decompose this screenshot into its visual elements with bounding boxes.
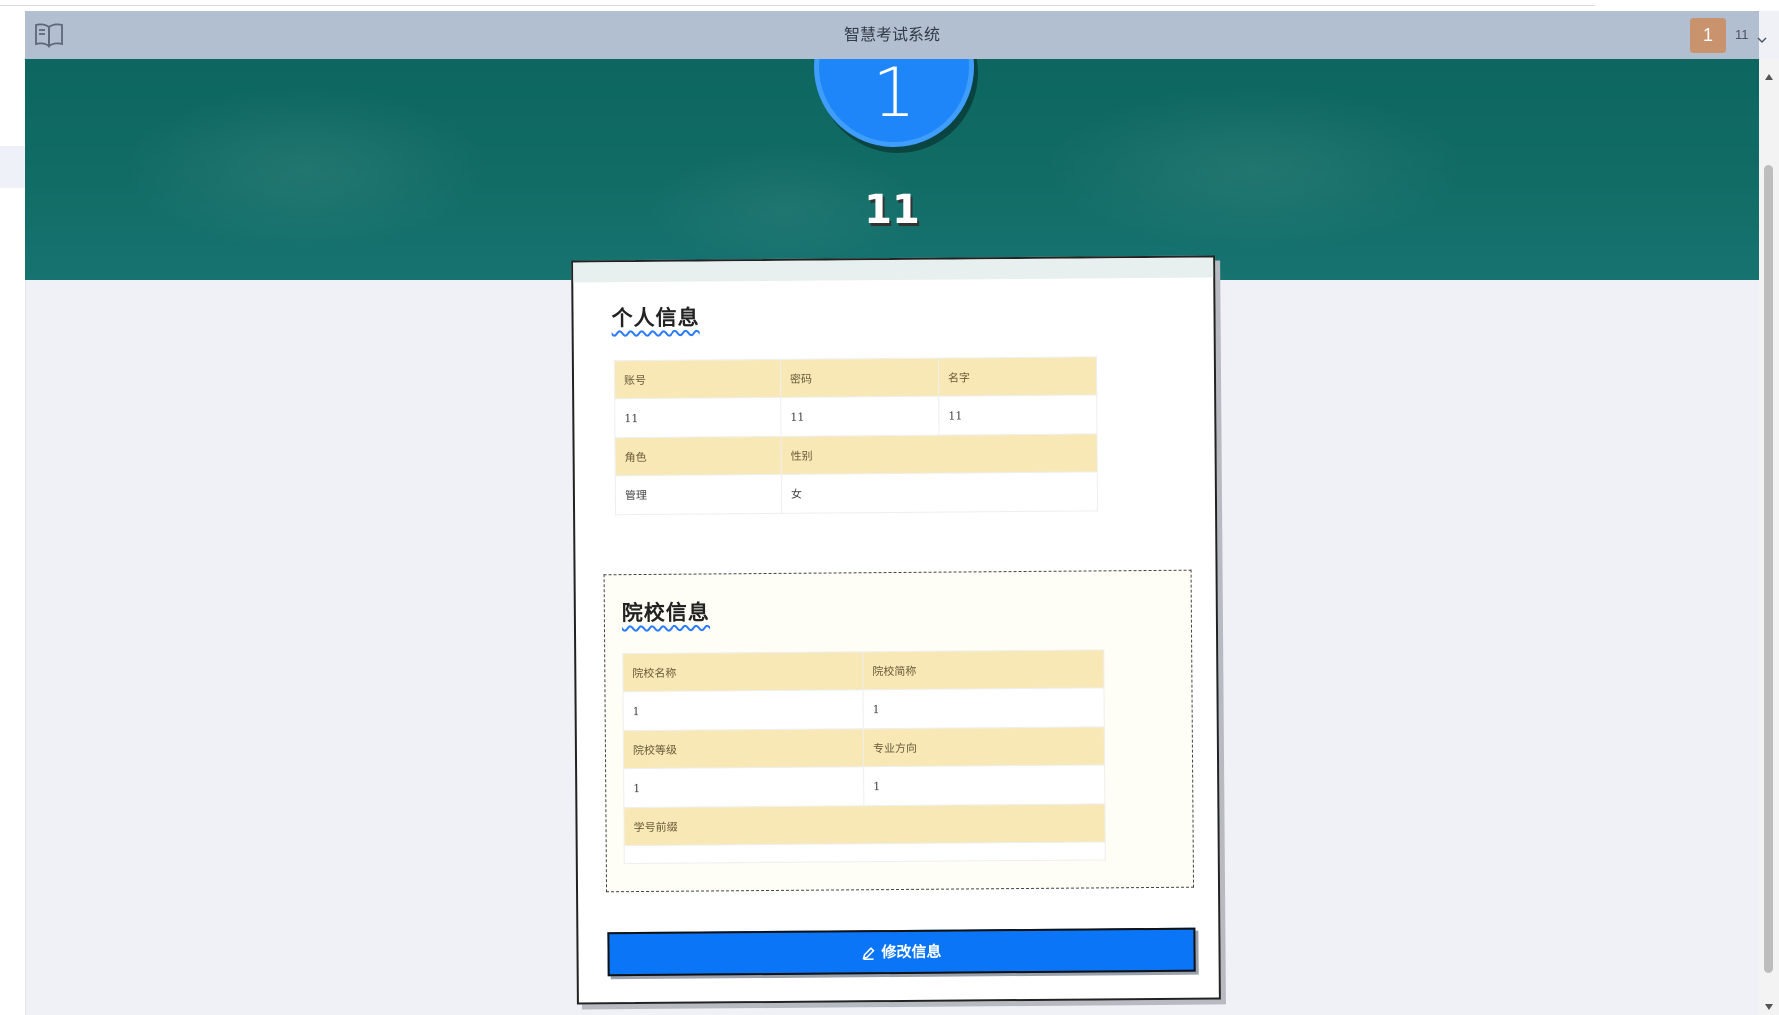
scroll-thumb[interactable] — [1764, 165, 1773, 973]
left-gutter — [0, 11, 26, 1015]
school-info-title: 院校信息 — [621, 599, 710, 626]
profile-avatar: 1 — [814, 59, 974, 147]
table-row: 角色 性别 — [614, 433, 1098, 476]
divider — [0, 5, 1595, 6]
edit-info-label: 修改信息 — [881, 942, 942, 962]
scroll-up-arrow-icon[interactable] — [1764, 66, 1774, 80]
table-cell: 女 — [781, 471, 1098, 514]
table-row: 11 11 11 — [614, 394, 1097, 438]
school-info-table: 院校名称 院校简称 1 1 院校等级 专业方向 1 1 学号前缀 — [622, 649, 1106, 864]
profile-banner: 1 11 — [25, 59, 1759, 280]
scroll-down-arrow-icon[interactable] — [1764, 996, 1774, 1010]
table-cell: 管理 — [615, 474, 782, 515]
table-row: 院校名称 院校简称 — [622, 649, 1104, 692]
chevron-down-icon[interactable] — [1756, 30, 1768, 43]
table-cell — [624, 841, 1106, 864]
table-cell-header: 院校简称 — [862, 649, 1104, 690]
table-cell-header: 院校名称 — [622, 651, 863, 692]
card-top-tint — [573, 257, 1214, 283]
table-cell-header: 名字 — [938, 356, 1097, 397]
table-cell: 1 — [863, 764, 1105, 806]
top-bar: 智慧考试系统 1 11 — [25, 11, 1767, 59]
table-cell: 11 — [614, 397, 781, 438]
user-name[interactable]: 11 — [1735, 11, 1749, 59]
browser-top-strip — [0, 0, 1779, 11]
table-cell: 11 — [938, 394, 1097, 436]
personal-info-table: 账号 密码 名字 11 11 11 角色 性别 管理 女 — [614, 356, 1098, 515]
table-row: 学号前缀 — [623, 803, 1106, 846]
table-cell-header: 账号 — [614, 359, 781, 399]
table-cell-header: 学号前缀 — [623, 803, 1106, 846]
table-cell-header: 专业方向 — [863, 726, 1105, 767]
school-info-section: 院校信息 院校名称 院校简称 1 1 院校等级 专业方向 1 1 学号前缀 — [603, 569, 1195, 893]
table-cell-header: 角色 — [614, 436, 782, 476]
table-cell: 1 — [622, 689, 864, 731]
user-avatar[interactable]: 1 — [1690, 18, 1726, 53]
table-cell: 1 — [623, 766, 864, 808]
profile-card: 个人信息 账号 密码 名字 11 11 11 角色 性别 管理 女 院校信息 院… — [571, 255, 1221, 1005]
edit-info-button[interactable]: 修改信息 — [607, 927, 1196, 977]
table-row: 账号 密码 名字 — [614, 356, 1097, 399]
table-cell-header: 性别 — [780, 433, 1098, 475]
table-row: 1 1 — [622, 687, 1105, 731]
profile-display-name: 11 — [864, 187, 920, 233]
personal-info-title: 个人信息 — [611, 304, 700, 331]
table-row: 院校等级 专业方向 — [623, 726, 1105, 769]
profile-avatar-text: 1 — [872, 59, 916, 133]
app-title: 智慧考试系统 — [843, 25, 940, 44]
scrollbar[interactable] — [1759, 59, 1779, 1015]
table-cell: 1 — [862, 687, 1105, 729]
table-cell-header: 密码 — [780, 358, 939, 398]
pencil-icon — [862, 947, 875, 961]
table-cell-header: 院校等级 — [623, 728, 864, 769]
gutter-highlight — [0, 146, 25, 188]
table-cell: 11 — [780, 396, 939, 437]
table-row: 管理 女 — [615, 471, 1098, 515]
table-row: 1 1 — [623, 764, 1105, 808]
table-row — [624, 841, 1106, 864]
